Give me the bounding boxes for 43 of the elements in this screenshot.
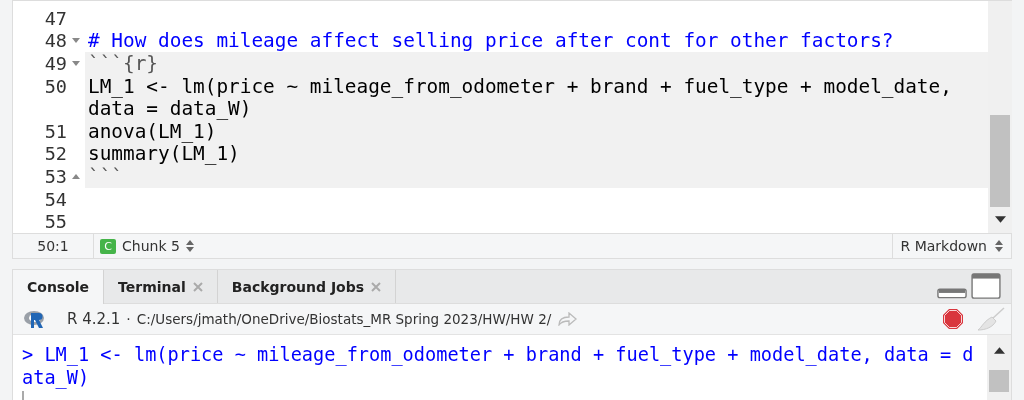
cursor-position: 50:1	[13, 234, 94, 258]
tab[interactable]: Console	[13, 270, 105, 304]
code-line: summary(LM_1)	[88, 142, 240, 166]
line-number: 52	[43, 143, 67, 165]
arrow-icon[interactable]	[557, 312, 578, 326]
line-number: 49	[43, 53, 67, 74]
up-down-arrows-icon	[995, 240, 1003, 252]
tab[interactable]: Terminal	[104, 270, 218, 303]
code-line: ```	[88, 164, 124, 188]
up-down-arrows-icon	[185, 240, 194, 252]
close-icon[interactable]	[371, 281, 382, 292]
fold-icon[interactable]	[72, 173, 80, 179]
line-number: 54	[43, 188, 67, 210]
separator-dot: ·	[126, 311, 131, 327]
console-line: > LM_1 <- lm(price ~ mileage_from_odometer + brand + fuel_type + model_date, data = d	[22, 343, 975, 366]
scrollbar[interactable]	[988, 1, 1012, 233]
line-number: 53	[43, 165, 67, 187]
line-number: 47	[43, 7, 67, 29]
line-number: 48	[43, 30, 67, 52]
close-icon[interactable]	[192, 281, 203, 292]
chunk-selector[interactable]: C Chunk 5	[94, 238, 194, 254]
code-line: LM_1 <- lm(price ~ mileage_from_odometer + brand + fuel_type + model_date,	[88, 74, 952, 98]
console-line: ata_W)	[22, 366, 91, 389]
scrollbar[interactable]	[987, 335, 1011, 400]
working-directory: C:/Users/jmath/OneDrive/Biostats_MR Spring 2023/HW/HW 2/	[136, 311, 552, 327]
line-number: 51	[43, 120, 67, 142]
file-type-selector[interactable]: R Markdown	[891, 234, 1011, 258]
code-line: ```{r}	[88, 52, 159, 75]
scroll-up-icon[interactable]	[993, 347, 1005, 354]
line-number: 55	[43, 211, 67, 233]
stop-icon[interactable]	[943, 309, 963, 329]
maximize-icon[interactable]	[971, 273, 1001, 299]
r-version: R 4.2.1	[67, 310, 121, 328]
line-number: 50	[43, 75, 67, 97]
code-line: data = data_W)	[88, 97, 252, 121]
scroll-down-icon[interactable]	[994, 216, 1006, 223]
tab[interactable]: Background Jobs	[217, 270, 397, 303]
r-logo-icon	[23, 309, 47, 329]
fold-icon[interactable]	[72, 38, 80, 44]
minimize-icon[interactable]	[937, 285, 967, 299]
markdown-heading: # How does mileage affect selling price after cont for other factors?	[88, 29, 894, 53]
fold-icon[interactable]	[72, 61, 80, 66]
code-line: anova(LM_1)	[88, 119, 217, 143]
